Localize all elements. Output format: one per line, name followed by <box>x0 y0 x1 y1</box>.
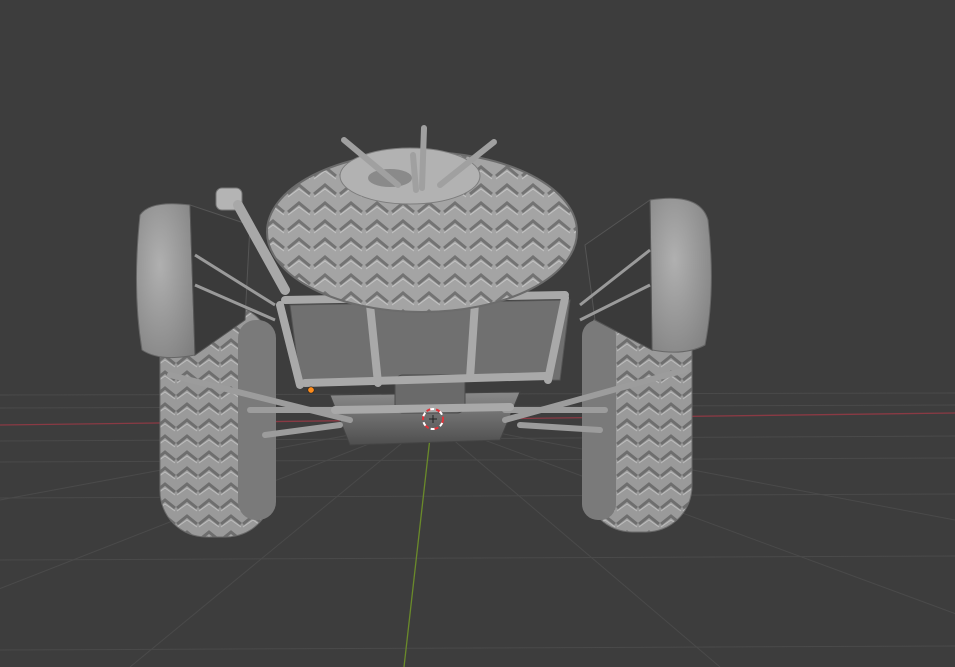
3d-viewport[interactable] <box>0 0 955 667</box>
y-axis-line <box>403 419 433 667</box>
object-origin-icon <box>307 386 315 394</box>
vehicle-model[interactable] <box>135 125 712 538</box>
viewport-canvas[interactable] <box>0 0 955 667</box>
